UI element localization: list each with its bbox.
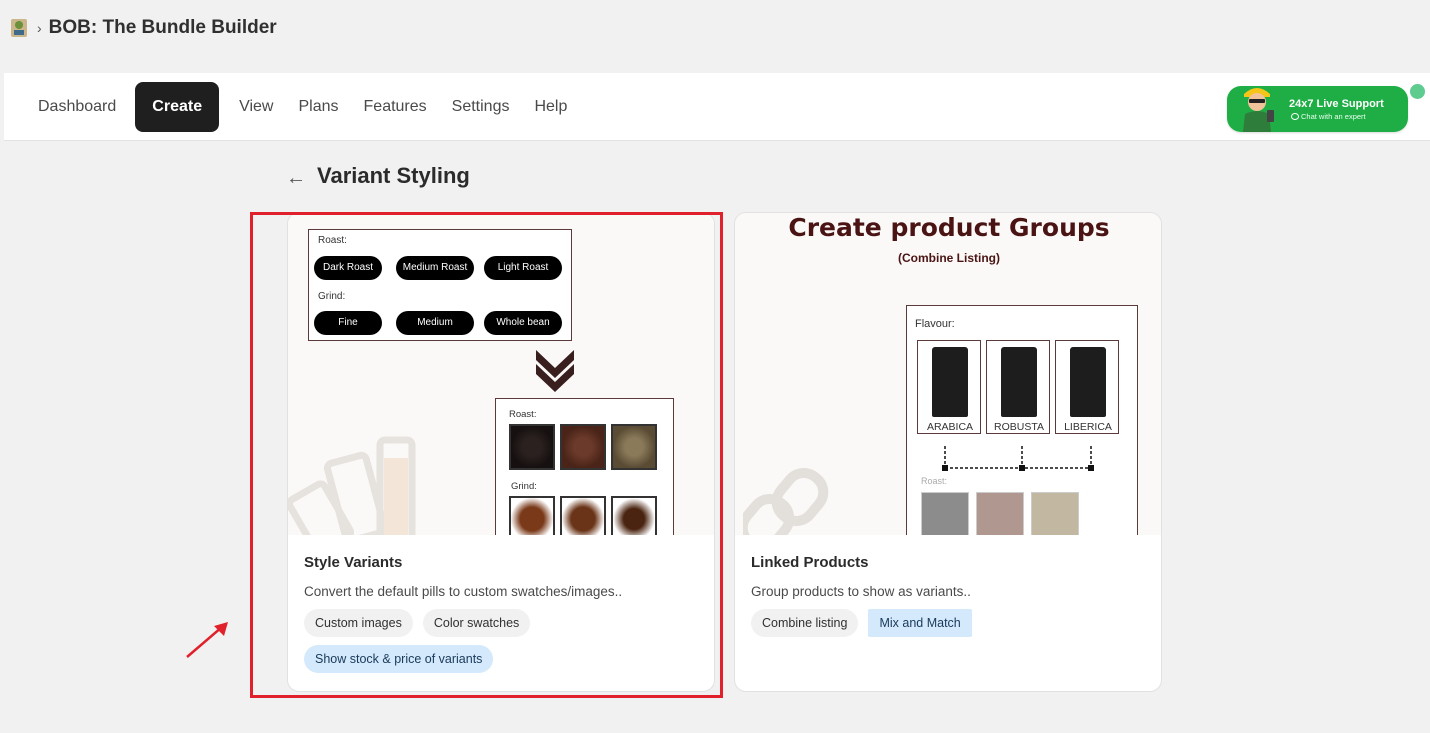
coffee-bag-icon	[1001, 347, 1037, 417]
roast-label: Roast:	[318, 235, 347, 246]
main-nav: Dashboard Create View Plans Features Set…	[4, 73, 1430, 141]
flavour-group-box: Flavour: ARABICA ROBUSTA LIBERICA Roast:	[906, 305, 1138, 535]
support-subtitle: Chat with an expert	[1289, 112, 1384, 121]
swatch-medium-roast	[560, 424, 606, 470]
swatch-grind-label: Grind:	[511, 481, 537, 492]
double-chevron-down-icon	[536, 350, 574, 392]
roast-swatch-1	[921, 492, 969, 535]
online-status-dot	[1410, 84, 1425, 99]
nav-features[interactable]: Features	[352, 82, 439, 132]
swatch-medium-grind	[560, 496, 606, 535]
app-logo-icon[interactable]	[10, 18, 28, 38]
card-title: Linked Products	[751, 554, 869, 571]
breadcrumb-separator: ›	[37, 20, 42, 36]
feature-tags: Custom images Color swatches Show stock …	[304, 609, 604, 673]
pill-medium-roast: Medium Roast	[396, 256, 474, 280]
pill-light-roast: Light Roast	[484, 256, 562, 280]
card-description: Group products to show as variants..	[751, 584, 971, 599]
back-arrow-icon[interactable]: ←	[286, 167, 306, 190]
swatch-fan-icon	[288, 436, 416, 535]
support-subtitle-text: Chat with an expert	[1301, 111, 1366, 121]
pill-fine: Fine	[314, 311, 382, 335]
custom-swatches-box: Roast: Grind:	[495, 398, 674, 535]
product-name: LIBERICA	[1064, 421, 1112, 433]
swatch-light-roast	[611, 424, 657, 470]
nav-dashboard[interactable]: Dashboard	[26, 82, 128, 132]
swatch-whole-bean	[611, 496, 657, 535]
pill-whole-bean: Whole bean	[484, 311, 562, 335]
card-title: Style Variants	[304, 554, 403, 571]
grind-label: Grind:	[318, 291, 346, 302]
swatch-dark-roast	[509, 424, 555, 470]
tag-combine-listing: Combine listing	[751, 609, 859, 637]
breadcrumb: › BOB: The Bundle Builder	[0, 0, 1430, 56]
product-robusta: ROBUSTA	[986, 340, 1050, 434]
nav-view[interactable]: View	[227, 82, 285, 132]
tag-custom-images: Custom images	[304, 609, 413, 637]
pill-medium: Medium	[396, 311, 474, 335]
coffee-bag-icon	[1070, 347, 1106, 417]
product-name: ROBUSTA	[994, 421, 1044, 433]
product-name: ARABICA	[926, 421, 974, 433]
product-arabica: ARABICA	[917, 340, 981, 434]
tag-show-stock-price: Show stock & price of variants	[304, 645, 494, 673]
illustration-subheading: (Combine Listing)	[898, 251, 1000, 265]
chain-link-icon	[743, 468, 829, 535]
style-variants-card[interactable]: Roast: Dark Roast Medium Roast Light Roa…	[287, 212, 715, 692]
nav-plans[interactable]: Plans	[286, 82, 350, 132]
linked-products-illustration: Create product Groups (Combine Listing) …	[735, 213, 1161, 535]
card-description: Convert the default pills to custom swat…	[304, 584, 623, 599]
tag-color-swatches: Color swatches	[422, 609, 531, 637]
linked-products-card[interactable]: Create product Groups (Combine Listing) …	[734, 212, 1162, 692]
nav-settings[interactable]: Settings	[440, 82, 522, 132]
support-title: 24x7 Live Support	[1289, 97, 1384, 110]
app-title: BOB: The Bundle Builder	[48, 17, 277, 38]
swatch-roast-label: Roast:	[509, 409, 537, 420]
tag-mix-and-match: Mix and Match	[868, 609, 972, 637]
live-support-button[interactable]: 24x7 Live Support Chat with an expert	[1227, 86, 1408, 132]
annotation-arrow-icon	[186, 622, 228, 658]
swatch-fine	[509, 496, 555, 535]
product-liberica: LIBERICA	[1055, 340, 1119, 434]
pill-dark-roast: Dark Roast	[314, 256, 382, 280]
nav-create[interactable]: Create	[135, 81, 220, 132]
illustration-heading: Create product Groups	[788, 213, 1110, 242]
link-connector-icon	[942, 446, 1094, 471]
default-pills-box: Roast: Dark Roast Medium Roast Light Roa…	[308, 229, 572, 341]
chat-bubble-icon	[1291, 113, 1299, 121]
style-variants-illustration: Roast: Dark Roast Medium Roast Light Roa…	[288, 213, 714, 535]
roast-swatch-2	[976, 492, 1024, 535]
roast-swatch-3	[1031, 492, 1079, 535]
coffee-bag-icon	[932, 347, 968, 417]
nav-help[interactable]: Help	[522, 82, 579, 132]
page-title: Variant Styling	[317, 163, 470, 188]
roast-label: Roast:	[921, 476, 948, 486]
feature-tags: Combine listing Mix and Match	[751, 609, 1051, 637]
support-agent-icon	[1235, 80, 1279, 137]
flavour-label: Flavour:	[915, 318, 955, 330]
